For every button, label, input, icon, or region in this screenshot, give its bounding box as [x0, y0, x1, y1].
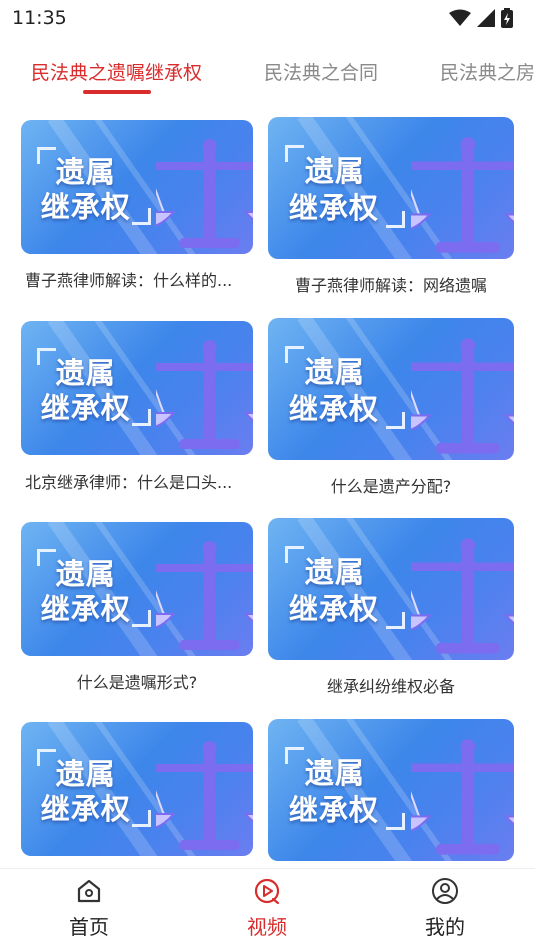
bottom-nav: 首页 视频 我的	[0, 868, 535, 952]
thumbnail-title-line1: 遗属	[304, 555, 365, 590]
corner-bracket	[132, 208, 152, 226]
thumbnail-title-line2: 继承权	[288, 392, 379, 427]
corner-bracket	[285, 546, 305, 564]
scale-balance-icon	[410, 338, 514, 454]
corner-bracket	[132, 409, 152, 427]
thumbnail-title-line1: 遗属	[304, 154, 365, 189]
scale-balance-icon	[410, 137, 514, 253]
thumbnail-title-line2: 继承权	[40, 592, 131, 627]
nav-home-label: 首页	[69, 915, 109, 939]
thumbnail-title-line2: 继承权	[288, 793, 379, 828]
nav-video-label: 视频	[247, 915, 287, 939]
video-thumbnail[interactable]: 遗属 继承权	[268, 719, 514, 861]
profile-icon	[432, 878, 458, 904]
corner-bracket	[386, 210, 406, 228]
nav-home[interactable]: 首页	[29, 869, 149, 952]
nav-profile-label: 我的	[425, 915, 465, 939]
tab-will-inheritance[interactable]: 民法典之遗嘱继承权	[31, 58, 202, 85]
video-title[interactable]: 北京继承律师：什么是口头...	[25, 469, 253, 493]
video-play-icon	[254, 878, 280, 905]
active-tab-indicator	[83, 90, 151, 94]
category-tabs: 民法典之遗嘱继承权 民法典之合同 民法典之房	[0, 44, 535, 100]
corner-bracket	[37, 548, 57, 566]
thumbnail-title-line1: 遗属	[304, 756, 365, 791]
scale-balance-icon	[155, 139, 253, 248]
scale-balance-icon	[155, 340, 253, 449]
thumbnail-title-line2: 继承权	[40, 391, 131, 426]
corner-bracket	[285, 346, 305, 364]
status-icons	[449, 8, 513, 28]
video-thumbnail[interactable]: 遗属 继承权	[268, 318, 514, 460]
nav-video[interactable]: 视频	[207, 869, 327, 952]
corner-bracket	[386, 812, 406, 830]
video-thumbnail[interactable]: 遗属 继承权	[21, 120, 253, 254]
corner-bracket	[386, 611, 406, 629]
video-title[interactable]: 曹子燕律师解读：网络遗嘱	[268, 272, 514, 296]
video-thumbnail[interactable]: 遗属 继承权	[21, 722, 253, 856]
corner-bracket	[386, 411, 406, 429]
video-title[interactable]: 继承纠纷维权必备	[268, 673, 514, 697]
video-title[interactable]: 什么是遗产分配?	[268, 473, 514, 497]
corner-bracket	[37, 347, 57, 365]
battery-charging-icon	[501, 8, 513, 28]
corner-bracket	[132, 610, 152, 628]
home-icon	[77, 879, 101, 903]
scale-balance-icon	[410, 739, 514, 855]
video-thumbnail[interactable]: 遗属 继承权	[268, 518, 514, 660]
corner-bracket	[285, 747, 305, 765]
thumbnail-title-line2: 继承权	[288, 191, 379, 226]
wifi-icon	[449, 9, 471, 26]
status-bar: 11:35	[0, 0, 535, 36]
thumbnail-title-line2: 继承权	[288, 592, 379, 627]
status-time: 11:35	[12, 7, 67, 29]
video-thumbnail[interactable]: 遗属 继承权	[268, 117, 514, 259]
corner-bracket	[285, 145, 305, 163]
corner-bracket	[132, 810, 152, 828]
video-thumbnail[interactable]: 遗属 继承权	[21, 522, 253, 656]
nav-profile[interactable]: 我的	[385, 869, 505, 952]
corner-bracket	[37, 146, 57, 164]
tab-property[interactable]: 民法典之房	[440, 58, 535, 85]
thumbnail-title-line2: 继承权	[40, 190, 131, 225]
thumbnail-title-line2: 继承权	[40, 792, 131, 827]
scale-balance-icon	[410, 538, 514, 654]
scale-balance-icon	[155, 741, 253, 850]
scale-balance-icon	[155, 541, 253, 650]
corner-bracket	[37, 748, 57, 766]
tab-contract[interactable]: 民法典之合同	[264, 58, 378, 85]
video-title[interactable]: 什么是遗嘱形式?	[21, 669, 253, 693]
signal-icon	[477, 9, 495, 27]
video-title[interactable]: 曹子燕律师解读：什么样的...	[25, 267, 253, 291]
thumbnail-title-line1: 遗属	[304, 355, 365, 390]
video-thumbnail[interactable]: 遗属 继承权	[21, 321, 253, 455]
